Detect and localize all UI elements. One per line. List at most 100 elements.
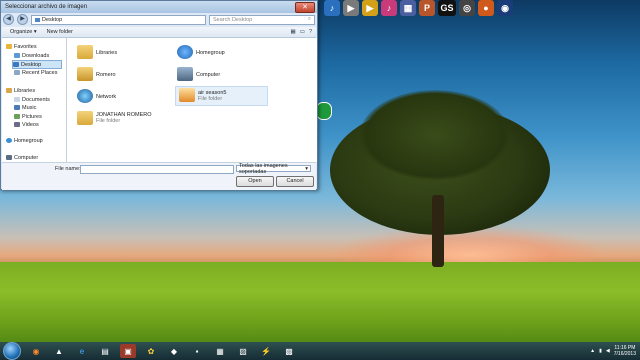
recent-places-icon	[14, 70, 20, 75]
steam-icon[interactable]: ◎	[459, 0, 475, 16]
pictures-icon	[14, 114, 20, 119]
ie-icon[interactable]: e	[74, 344, 90, 358]
address-bar[interactable]: Desktop	[31, 14, 206, 25]
top-tray: GS ◎ ● ◉	[438, 0, 513, 20]
nav-libraries[interactable]: Libraries	[6, 87, 35, 94]
photo-icon[interactable]: ▩	[281, 344, 297, 358]
office-app-icon[interactable]: P	[419, 0, 435, 16]
app-folder-icon	[179, 88, 195, 102]
nav-music[interactable]: Music	[14, 104, 36, 111]
nav-label: Documents	[22, 96, 50, 103]
file-item-jonathan-romero[interactable]: JONATHAN ROMERO File folder	[77, 111, 152, 125]
nav-videos[interactable]: Videos	[14, 121, 39, 128]
nav-recent-places[interactable]: Recent Places	[14, 69, 57, 76]
computer-large-icon	[177, 67, 193, 81]
file-item-air-season5[interactable]: air season5 File folder	[175, 86, 268, 106]
organize-button[interactable]: Organize ▾	[10, 29, 37, 35]
computer-icon	[6, 155, 12, 160]
file-name-input[interactable]	[80, 165, 234, 174]
homegroup-large-icon	[177, 45, 193, 59]
file-text: JONATHAN ROMERO File folder	[96, 112, 152, 124]
file-item-romero[interactable]: Romero	[77, 67, 116, 81]
media-icon[interactable]: ▲	[51, 344, 67, 358]
orange-app-icon[interactable]: ▶	[362, 0, 378, 16]
search-icon: ⌕	[307, 16, 311, 22]
nav-label: Desktop	[21, 61, 42, 68]
user-folder-icon	[77, 67, 93, 81]
search-input[interactable]: Search Desktop ⌕	[209, 14, 315, 25]
nav-label: Computer	[14, 154, 39, 161]
nav-homegroup[interactable]: Homegroup	[6, 137, 43, 144]
window-icon[interactable]: ▨	[235, 344, 251, 358]
address-row: ◀ ▶ Desktop Search Desktop ⌕	[3, 14, 315, 25]
folder-icon	[77, 111, 93, 125]
window-title: Seleccionar archivo de imagen	[5, 4, 88, 10]
chevron-down-icon: ▾	[305, 165, 308, 172]
network-tray-icon[interactable]: ▮	[599, 348, 602, 354]
file-name: Romero	[96, 72, 116, 78]
close-button[interactable]: ✕	[295, 2, 315, 13]
app-window-icon[interactable]: ▣	[120, 344, 136, 358]
nav-desktop[interactable]: Desktop	[12, 60, 62, 69]
controller-icon[interactable]: ◆	[166, 344, 182, 358]
tool-icon[interactable]: ▦	[212, 344, 228, 358]
music-app-icon[interactable]: ♪	[324, 0, 340, 16]
network-icon	[77, 89, 93, 103]
tree-crown-top	[360, 90, 510, 180]
navigation-pane: Favorites Downloads Desktop Recent Place…	[2, 38, 67, 162]
nav-label: Libraries	[14, 87, 36, 94]
pink-app-icon[interactable]: ♪	[381, 0, 397, 16]
nav-computer[interactable]: Computer	[6, 154, 38, 161]
photo-app-icon[interactable]: ▦	[400, 0, 416, 16]
back-button[interactable]: ◀	[3, 14, 14, 25]
system-tray: ▲ ▮ ◀ 11:16 PM 7/16/2013	[590, 342, 640, 360]
file-name: Network	[96, 94, 117, 100]
file-type: File folder	[96, 118, 121, 124]
desktop-shortcut-icon[interactable]	[316, 102, 332, 120]
search-placeholder: Search Desktop	[213, 16, 253, 23]
firefox-top-icon[interactable]: ◉	[497, 0, 513, 16]
file-type: File folder	[198, 96, 223, 102]
dialog-footer: File name: Todas las imagenes soportadas…	[2, 162, 316, 190]
open-button[interactable]: Open	[236, 176, 274, 187]
nav-downloads[interactable]: Downloads	[14, 52, 49, 59]
music-icon	[14, 105, 20, 110]
chevron-up-icon[interactable]: ▲	[590, 348, 595, 354]
nav-documents[interactable]: Documents	[14, 96, 50, 103]
toolbar: Organize ▾ New folder ▦ ▭ ?	[2, 27, 316, 38]
thunder-icon[interactable]: ⚡	[258, 344, 274, 358]
file-item-network[interactable]: Network	[77, 89, 116, 103]
cancel-button[interactable]: Cancel	[276, 176, 314, 187]
explorer-icon[interactable]: ▤	[97, 344, 113, 358]
nav-label: Homegroup	[14, 137, 43, 144]
file-item-libraries[interactable]: Libraries	[77, 45, 117, 59]
file-type-select[interactable]: Todas las imagenes soportadas ▾	[236, 163, 311, 175]
nav-label: Downloads	[22, 52, 50, 59]
folder-icon	[35, 17, 40, 22]
new-folder-button[interactable]: New folder	[47, 29, 73, 35]
file-name: Homegroup	[196, 50, 225, 56]
nav-favorites[interactable]: Favorites	[6, 43, 37, 50]
firefox-icon[interactable]: ◉	[28, 344, 44, 358]
record-icon[interactable]: ●	[478, 0, 494, 16]
title-bar[interactable]: Seleccionar archivo de imagen ✕	[1, 1, 317, 13]
forward-button[interactable]: ▶	[17, 14, 28, 25]
file-list: Libraries Homegroup Romero Computer Netw…	[67, 38, 317, 162]
clock[interactable]: 11:16 PM 7/16/2013	[614, 345, 636, 357]
libraries-folder-icon	[77, 45, 93, 59]
start-button[interactable]	[3, 342, 21, 360]
file-item-homegroup[interactable]: Homegroup	[177, 45, 225, 59]
nav-label: Music	[22, 104, 37, 111]
player-app-icon[interactable]: ▶	[343, 0, 359, 16]
terminal-icon[interactable]: ▪	[189, 344, 205, 358]
game-icon[interactable]: ✿	[143, 344, 159, 358]
volume-icon[interactable]: ◀	[606, 348, 610, 354]
preview-pane-icon[interactable]: ▭	[300, 29, 305, 35]
gs-app-icon[interactable]: GS	[438, 0, 456, 16]
view-options-icon[interactable]: ▦	[291, 29, 296, 35]
help-icon[interactable]: ?	[309, 29, 312, 35]
file-item-computer[interactable]: Computer	[177, 67, 220, 81]
nav-pictures[interactable]: Pictures	[14, 113, 42, 120]
documents-icon	[14, 97, 20, 102]
libraries-icon	[6, 88, 12, 93]
